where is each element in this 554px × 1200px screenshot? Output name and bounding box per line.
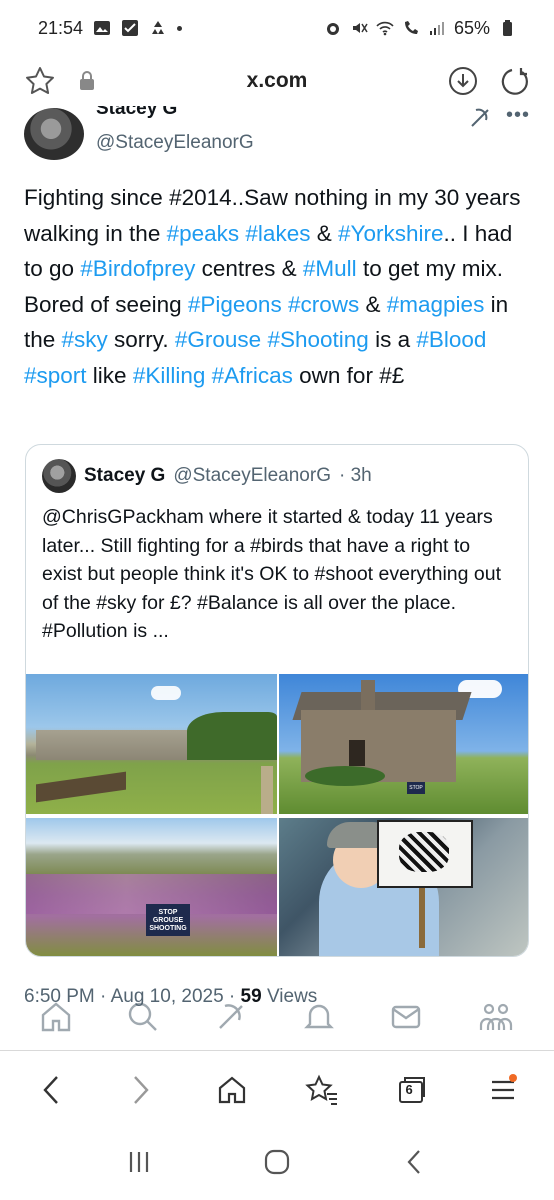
- bookmarks-button[interactable]: [300, 1068, 344, 1112]
- hashtag-link[interactable]: #Africas: [212, 363, 293, 388]
- quoted-author-name[interactable]: Stacey G: [84, 465, 165, 487]
- hashtag-link[interactable]: #sport: [24, 363, 87, 388]
- hashtag-link[interactable]: #crows: [288, 292, 359, 317]
- gallery-icon: [94, 21, 111, 35]
- tweet-text-fragment: is a: [368, 327, 417, 352]
- photo-child-with-poster[interactable]: [279, 818, 528, 956]
- bookmark-star-icon[interactable]: [24, 65, 56, 97]
- status-bar: 21:54 65%: [0, 0, 554, 56]
- forward-button[interactable]: [119, 1068, 163, 1112]
- grok-nav-icon[interactable]: [214, 1000, 248, 1034]
- browser-home-icon: [218, 1076, 245, 1104]
- bookmarks-star-list-icon: [305, 1074, 338, 1105]
- recycle-icon: [152, 21, 165, 34]
- mute-icon: [352, 23, 368, 33]
- hashtag-link[interactable]: #Mull: [303, 256, 357, 281]
- hashtag-link[interactable]: #Pigeons: [188, 292, 282, 317]
- home-icon[interactable]: [39, 1000, 73, 1034]
- quoted-author-handle[interactable]: @StaceyEleanorG: [173, 465, 331, 487]
- hashtag-link[interactable]: #peaks: [167, 221, 240, 246]
- tweet-text-fragment: &: [310, 220, 338, 246]
- browser-address-bar: x.com: [0, 56, 554, 106]
- search-icon[interactable]: [126, 1000, 160, 1034]
- tweet-text-fragment: like: [86, 362, 133, 388]
- tweet-text-fragment: sorry.: [107, 327, 175, 352]
- tweet-author-row: Stacey G @StaceyEleanorG •••: [24, 106, 530, 164]
- hashtag-link[interactable]: #magpies: [387, 292, 485, 317]
- tweet-detail: Stacey G @StaceyEleanorG ••• Fighting si…: [0, 106, 554, 1026]
- quoted-tweet-age: · 3h: [338, 465, 372, 486]
- recent-apps-icon[interactable]: [125, 1148, 153, 1176]
- back-nav-icon[interactable]: [401, 1148, 429, 1176]
- download-icon[interactable]: [448, 66, 478, 96]
- quoted-tweet-header: Stacey G @StaceyEleanorG · 3h: [42, 459, 372, 493]
- wifi-icon: [376, 21, 394, 36]
- lock-icon[interactable]: [78, 70, 96, 92]
- hashtag-link[interactable]: #Blood: [416, 327, 486, 352]
- notification-dot-icon: [177, 25, 183, 31]
- author-handle[interactable]: @StaceyEleanorG: [96, 132, 254, 154]
- author-avatar[interactable]: [24, 108, 84, 160]
- photo-heather-moorland[interactable]: STOP GROUSE SHOOTING: [26, 818, 277, 956]
- hashtag-link[interactable]: #sky: [62, 327, 108, 352]
- communities-icon[interactable]: [477, 1000, 515, 1034]
- photo3-sign: STOP GROUSE SHOOTING: [146, 904, 190, 936]
- hashtag-link[interactable]: #Shooting: [267, 327, 368, 352]
- menu-notification-dot: [508, 1074, 517, 1082]
- photo2-sign: STOP: [407, 782, 425, 794]
- hashtag-link[interactable]: #Grouse: [175, 327, 261, 352]
- chevron-left-icon: [43, 1076, 59, 1104]
- quoted-tweet-text: @ChrisGPackham where it started & today …: [42, 506, 501, 642]
- tab-count: 6: [405, 1082, 413, 1097]
- chevron-right-icon: [134, 1076, 150, 1104]
- hashtag-link[interactable]: #Birdofprey: [80, 256, 195, 281]
- tweet-text: Fighting since #2014..Saw nothing in my …: [24, 180, 534, 393]
- notifications-icon[interactable]: [302, 1000, 336, 1034]
- browser-toolbar: 6: [0, 1060, 554, 1120]
- photo-stone-cottage[interactable]: STOP: [279, 674, 528, 814]
- signal-icon: [429, 22, 444, 35]
- hashtag-link[interactable]: #Yorkshire: [338, 221, 443, 246]
- back-button[interactable]: [29, 1068, 73, 1112]
- x-bottom-nav: [0, 996, 554, 1038]
- check-box-icon: [122, 20, 139, 36]
- alarm-icon: [326, 23, 339, 35]
- battery-icon: [503, 20, 512, 36]
- tabs-button[interactable]: 6: [390, 1068, 434, 1112]
- photo-dam-landscape[interactable]: [26, 674, 277, 814]
- home-button-icon[interactable]: [263, 1148, 291, 1176]
- menu-button[interactable]: [481, 1068, 525, 1112]
- hashtag-link[interactable]: #lakes: [245, 221, 310, 246]
- grok-icon[interactable]: [468, 106, 492, 130]
- quoted-media-grid: STOP STOP GROUSE SHOOTING: [26, 674, 528, 956]
- quoted-tweet[interactable]: Stacey G @StaceyEleanorG · 3h @ChrisGPac…: [25, 444, 529, 957]
- tweet-text-fragment: &: [359, 291, 387, 317]
- tweet-text-fragment: own for #£: [292, 362, 405, 388]
- tweet-text-fragment: centres &: [195, 256, 303, 281]
- quoted-author-avatar[interactable]: [42, 459, 76, 493]
- nav-divider: [0, 1050, 554, 1051]
- status-time: 21:54: [38, 17, 84, 38]
- more-options-icon[interactable]: •••: [506, 106, 530, 127]
- author-name[interactable]: Stacey G: [96, 106, 177, 120]
- messages-icon[interactable]: [389, 1000, 423, 1034]
- reload-icon[interactable]: [500, 66, 530, 96]
- android-navigation-bar: [0, 1132, 554, 1192]
- wifi-calling-icon: [404, 21, 418, 34]
- battery-percent: 65%: [453, 17, 490, 38]
- hashtag-link[interactable]: #Killing: [133, 363, 206, 388]
- browser-home-button[interactable]: [210, 1068, 254, 1112]
